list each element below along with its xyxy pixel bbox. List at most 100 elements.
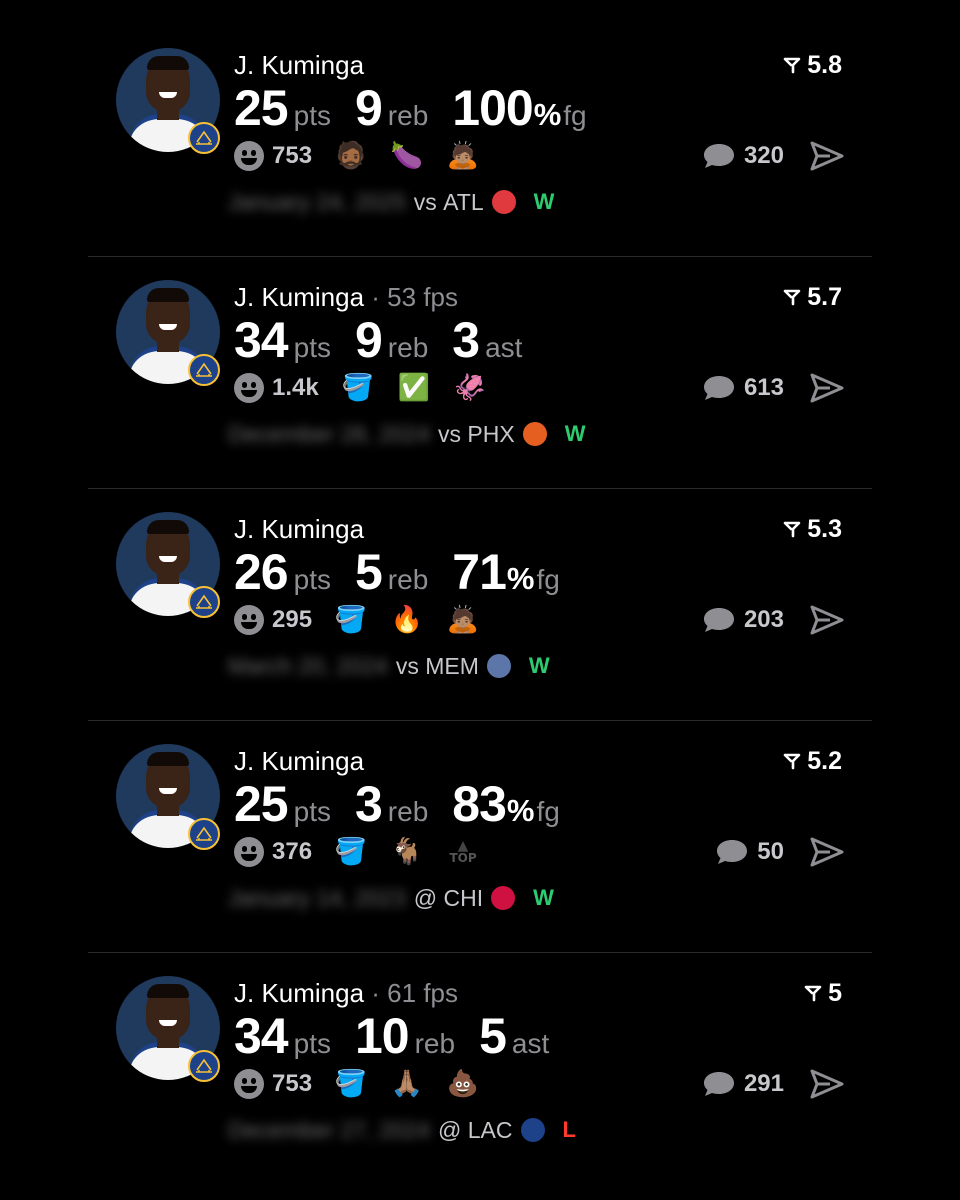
top-arrow-emoji[interactable]: ▲ TOP [446, 839, 480, 864]
stat-unit: reb [387, 564, 429, 595]
comments-button[interactable]: 320 [702, 138, 784, 174]
stat-value: 3 [452, 312, 480, 368]
warriors-logo-icon [188, 354, 220, 386]
reaction-emoji[interactable]: 🙇🏽 [446, 141, 480, 171]
location-prefix: vs [413, 188, 437, 215]
comment-bubble-icon [703, 376, 734, 400]
comment-count: 203 [743, 606, 784, 633]
stat-pts: 34 pts [234, 1006, 331, 1066]
stat-fg: 100% fg [452, 78, 586, 138]
stat-reb: 3 reb [355, 774, 428, 834]
location-prefix: vs [438, 420, 462, 447]
opponent-logo-icon [520, 1118, 545, 1142]
percent-sign: % [506, 793, 535, 828]
player-name[interactable]: J. Kuminga [234, 978, 364, 1008]
reaction-emoji[interactable]: 🐐 [390, 837, 424, 867]
player-name[interactable]: J. Kuminga [234, 514, 364, 544]
smiley-reaction-icon[interactable] [234, 837, 264, 867]
stat-unit: reb [387, 796, 429, 827]
reaction-emoji[interactable]: 🧔🏾 [334, 141, 368, 171]
comments-button[interactable]: 50 [715, 834, 784, 870]
rating: 5.8 [783, 50, 842, 80]
post-divider [88, 720, 872, 721]
stat-value: 10 [354, 1008, 410, 1064]
player-name[interactable]: J. Kuminga [234, 50, 364, 80]
smiley-reaction-icon[interactable] [234, 1069, 264, 1099]
reaction-emoji[interactable]: 🍆 [390, 141, 424, 171]
reaction-count: 753 [272, 142, 313, 169]
game-info[interactable]: December 27, 2024 @ LAC L [228, 1114, 576, 1146]
game-info[interactable]: March 20, 2024 vs MEM W [228, 650, 550, 682]
player-name[interactable]: J. Kuminga [234, 746, 364, 776]
stat-fg: 83% fg [452, 774, 560, 834]
percent-sign: % [506, 561, 535, 596]
share-send-icon[interactable] [810, 604, 844, 636]
rating-icon [804, 985, 822, 1002]
share-send-icon[interactable] [810, 1068, 844, 1100]
comment-bubble-icon [703, 1072, 734, 1096]
reaction-emoji[interactable]: 🔥 [390, 605, 424, 635]
rating-value: 5.7 [807, 283, 842, 311]
reaction-emoji[interactable]: 🦑 [453, 373, 487, 403]
reaction-emoji[interactable]: 💩 [446, 1069, 480, 1099]
game-result: W [564, 421, 586, 446]
stat-value: 9 [354, 312, 383, 368]
smiley-reaction-icon[interactable] [234, 141, 264, 171]
share-send-icon[interactable] [810, 372, 844, 404]
reaction-count: 753 [272, 1070, 313, 1097]
post-card[interactable]: J. Kuminga 5.8 25 pts 9 reb 100% fg 753 🧔🏾 🍆 🙇🏽… [88, 40, 872, 272]
fps-label: · 61 fps [364, 978, 459, 1008]
reaction-emoji[interactable]: 🪣 [334, 837, 368, 867]
game-info[interactable]: January 24, 2025 vs ATL W [228, 186, 554, 218]
reaction-emoji[interactable]: 🪣 [341, 373, 375, 403]
reactions-bar: 1.4k 🪣 ✅ 🦑 [234, 370, 509, 406]
rating-value: 5.8 [807, 51, 842, 79]
post-card[interactable]: J. Kuminga · 61 fps 5 34 pts 10 reb 5 ast 753… [88, 968, 872, 1200]
game-result: W [528, 653, 550, 678]
rating-value: 5.3 [807, 515, 842, 543]
player-name[interactable]: J. Kuminga [234, 282, 364, 312]
rating-value: 5.2 [807, 747, 842, 775]
stat-line: 26 pts 5 reb 71% fg [234, 542, 584, 602]
stat-ast: 3 ast [452, 310, 522, 370]
game-date: January 14, 2023 [228, 884, 406, 911]
rating: 5 [804, 978, 842, 1008]
reaction-emoji[interactable]: 🙏🏽 [390, 1069, 424, 1099]
stat-pts: 25 pts [234, 774, 331, 834]
post-divider [88, 952, 872, 953]
share-send-icon[interactable] [810, 836, 844, 868]
stat-unit: pts [293, 796, 331, 827]
reaction-emoji[interactable]: 🙇🏽 [446, 605, 480, 635]
game-date: January 24, 2025 [228, 188, 406, 215]
opponent-logo-icon [486, 654, 511, 678]
post-card[interactable]: J. Kuminga 5.2 25 pts 3 reb 83% fg 376 🪣 🐐 ▲ TOP… [88, 736, 872, 968]
reaction-emoji[interactable]: 🪣 [334, 605, 368, 635]
stat-value: 26 [234, 544, 289, 600]
stat-line: 34 pts 10 reb 5 ast [234, 1006, 573, 1066]
post-card[interactable]: J. Kuminga 5.3 26 pts 5 reb 71% fg 295 🪣 🔥 🙇🏽 2… [88, 504, 872, 736]
stat-ast: 5 ast [479, 1006, 549, 1066]
opponent-abbr: CHI [443, 884, 484, 911]
stat-value: 71 [452, 544, 507, 600]
opponent-abbr: ATL [443, 188, 484, 215]
location-prefix: vs [395, 652, 419, 679]
comments-button[interactable]: 291 [702, 1066, 784, 1102]
game-info[interactable]: December 28, 2024 vs PHX W [228, 418, 585, 450]
comments-button[interactable]: 203 [702, 602, 784, 638]
comments-button[interactable]: 613 [702, 370, 784, 406]
game-info[interactable]: January 14, 2023 @ CHI W [228, 882, 554, 914]
smiley-reaction-icon[interactable] [234, 605, 264, 635]
opponent-logo-icon [491, 190, 516, 214]
stat-value: 34 [234, 312, 289, 368]
reaction-emoji[interactable]: ✅ [397, 373, 431, 403]
stat-value: 25 [234, 776, 289, 832]
smiley-reaction-icon[interactable] [234, 373, 264, 403]
rating-icon [783, 289, 801, 306]
opponent-abbr: LAC [467, 1116, 513, 1143]
game-date: March 20, 2024 [228, 652, 388, 679]
stat-unit: ast [511, 1028, 550, 1059]
reactions-bar: 753 🪣 🙏🏽 💩 [234, 1066, 502, 1102]
reaction-emoji[interactable]: 🪣 [334, 1069, 368, 1099]
post-card[interactable]: J. Kuminga · 53 fps 5.7 34 pts 9 reb 3 ast 1.… [88, 272, 872, 504]
share-send-icon[interactable] [810, 140, 844, 172]
